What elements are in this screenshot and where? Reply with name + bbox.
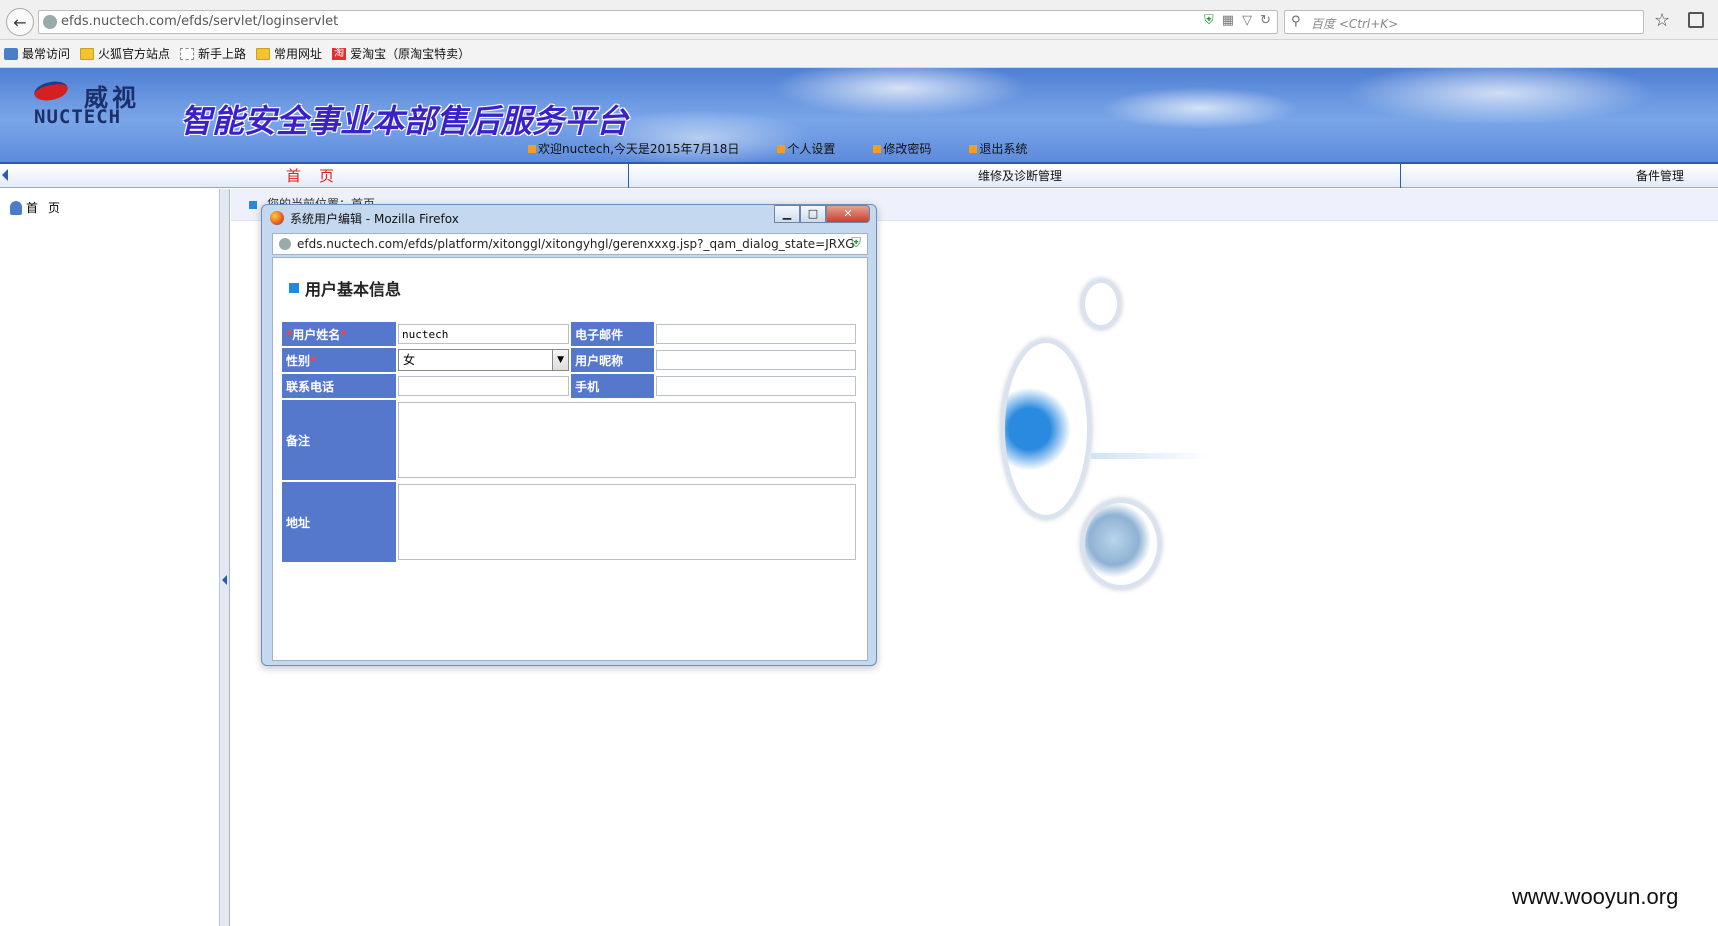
address-textarea[interactable]: [398, 484, 856, 560]
change-password-link[interactable]: 修改密码: [873, 140, 931, 157]
decorative-beam: [1091, 453, 1211, 459]
welcome-text: 欢迎nuctech,今天是2015年7月18日: [528, 140, 739, 157]
collapse-arrow-icon[interactable]: [222, 575, 227, 585]
orange-square-icon: [969, 144, 978, 153]
reload-icon[interactable]: ↻: [1260, 13, 1271, 28]
nav-divider: [1400, 164, 1401, 188]
bookmark-taobao[interactable]: 淘 爱淘宝（原淘宝特卖）: [332, 45, 470, 62]
blue-square-icon: [249, 201, 257, 209]
header-links: 欢迎nuctech,今天是2015年7月18日 个人设置 修改密码 退出系统: [528, 140, 1027, 157]
qr-code-icon[interactable]: ▦: [1222, 13, 1234, 28]
nav-parts[interactable]: 备件管理: [1636, 167, 1684, 184]
minimize-button[interactable]: ▁: [774, 205, 800, 223]
back-button[interactable]: ←: [6, 8, 34, 36]
chevron-down-icon[interactable]: ▼: [552, 350, 569, 370]
nav-home[interactable]: 首页: [286, 165, 352, 186]
email-input[interactable]: [656, 324, 856, 344]
username-input[interactable]: [398, 324, 570, 344]
main-nav: 首页 维修及诊断管理 备件管理: [0, 162, 1718, 188]
nickname-label: 用户昵称: [571, 348, 655, 372]
address-bar[interactable]: efds.nuctech.com/efds/servlet/loginservl…: [38, 10, 1278, 34]
close-button[interactable]: ✕: [826, 205, 870, 223]
phone-label: 联系电话: [282, 374, 397, 398]
left-menu-home[interactable]: 首页: [10, 199, 70, 216]
remarks-label: 备注: [282, 400, 397, 480]
personal-settings-link[interactable]: 个人设置: [777, 140, 835, 157]
orange-square-icon: [528, 144, 536, 153]
back-arrow-icon: ←: [13, 12, 27, 32]
bookmarks-menu-icon[interactable]: [1688, 12, 1704, 28]
decorative-ring: [1001, 339, 1091, 519]
maximize-button[interactable]: □: [800, 205, 826, 223]
folder-icon: [80, 47, 95, 60]
nuctech-logo: 威视 NUCTECH: [32, 78, 154, 128]
email-label: 电子邮件: [571, 322, 655, 346]
dialog-address-bar[interactable]: efds.nuctech.com/efds/platform/xitonggl/…: [272, 233, 868, 255]
remarks-textarea[interactable]: [398, 402, 856, 478]
nickname-input[interactable]: [656, 350, 856, 370]
decorative-ring: [1081, 499, 1161, 589]
decorative-graphic: [851, 229, 1251, 629]
section-title: 用户基本信息: [289, 276, 401, 300]
shield-icon[interactable]: ⛨: [1204, 13, 1214, 28]
dialog-titlebar[interactable]: 系统用户编辑 - Mozilla Firefox ▁ □ ✕: [262, 205, 876, 229]
mobile-input[interactable]: [656, 376, 856, 396]
orange-square-icon: [873, 144, 882, 153]
bookmark-getting-started[interactable]: 新手上路: [180, 45, 246, 62]
decorative-ring: [1081, 279, 1121, 329]
pin-icon: [4, 47, 18, 60]
address-label: 地址: [282, 482, 397, 562]
bookmark-most-visited[interactable]: 最常访问: [4, 45, 70, 62]
dialog-body: 用户基本信息 *用户姓名* 电子邮件 性别* 女 ▼ 用户昵称: [272, 257, 868, 661]
browser-toolbar: ← efds.nuctech.com/efds/servlet/loginser…: [0, 0, 1718, 40]
bookmark-star-icon[interactable]: ☆: [1654, 10, 1670, 31]
search-icon: ⚲: [1291, 14, 1301, 29]
dialog-title: 系统用户编辑 - Mozilla Firefox: [290, 212, 459, 226]
taobao-icon: 淘: [332, 47, 347, 60]
dropdown-arrow-icon[interactable]: ▽: [1242, 13, 1252, 28]
globe-icon: [43, 15, 57, 29]
gender-select[interactable]: 女 ▼: [398, 349, 570, 371]
bookmarks-bar: 最常访问 火狐官方站点 新手上路 常用网址 淘 爱淘宝（原淘宝特卖）: [0, 40, 1718, 68]
blank-page-icon: [180, 47, 195, 60]
user-form: *用户姓名* 电子邮件 性别* 女 ▼ 用户昵称 联系电话 手机: [280, 320, 858, 564]
blue-square-icon: [289, 283, 299, 293]
username-label: *用户姓名*: [282, 322, 397, 346]
firefox-icon: [270, 211, 284, 225]
phone-input[interactable]: [398, 376, 570, 396]
panel-splitter[interactable]: [220, 189, 230, 926]
mobile-label: 手机: [571, 374, 655, 398]
search-bar[interactable]: ⚲ 百度 <Ctrl+K>: [1284, 10, 1644, 34]
gender-label: 性别*: [282, 348, 397, 372]
address-bar-url[interactable]: efds.nuctech.com/efds/servlet/loginservl…: [61, 14, 338, 29]
site-header: 威视 NUCTECH 智能安全事业本部售后服务平台 欢迎nuctech,今天是2…: [0, 68, 1718, 162]
orange-square-icon: [777, 144, 786, 153]
folder-icon: [256, 47, 271, 60]
nav-maintenance[interactable]: 维修及诊断管理: [978, 167, 1062, 184]
search-placeholder: 百度 <Ctrl+K>: [1311, 17, 1399, 31]
bookmark-firefox-site[interactable]: 火狐官方站点: [80, 45, 170, 62]
user-icon: [10, 200, 22, 215]
user-edit-dialog: 系统用户编辑 - Mozilla Firefox ▁ □ ✕ efds.nuct…: [261, 204, 877, 666]
shield-icon[interactable]: ⛨: [851, 236, 861, 251]
left-panel: 首页: [0, 189, 220, 926]
watermark: www.wooyun.org: [1512, 884, 1679, 909]
logout-link[interactable]: 退出系统: [969, 140, 1027, 157]
collapse-arrow-icon[interactable]: [2, 169, 8, 181]
logo-mark-icon: [32, 78, 70, 104]
platform-title: 智能安全事业本部售后服务平台: [180, 102, 629, 140]
nav-divider: [628, 164, 629, 188]
globe-icon: [279, 238, 291, 250]
bookmark-common-sites[interactable]: 常用网址: [256, 45, 322, 62]
